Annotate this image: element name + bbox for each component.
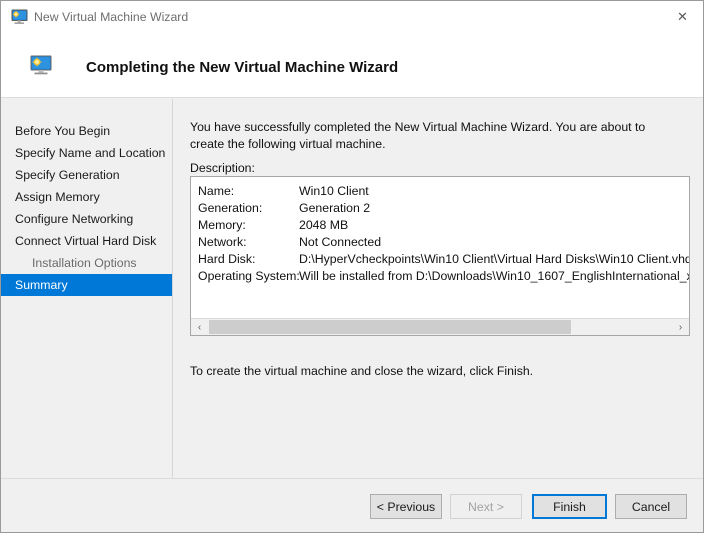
description-key: Generation: [198,201,263,215]
sidebar-item-label: Installation Options [32,256,137,270]
description-key: Name: [198,184,235,198]
description-label: Description: [190,161,255,175]
sidebar-item-assign-memory[interactable]: Assign Memory [1,186,172,208]
close-icon[interactable]: ✕ [660,1,703,31]
description-value: Win10 Client [299,184,369,198]
title-bar: New Virtual Machine Wizard ✕ [1,1,703,33]
sidebar-item-label: Configure Networking [15,212,134,226]
scroll-right-icon[interactable]: › [672,319,689,335]
description-row: Network: Not Connected [198,234,689,251]
description-row: Operating System: Will be installed from … [198,268,690,285]
sidebar-item-specify-name-and-location[interactable]: Specify Name and Location [1,142,172,164]
cancel-button[interactable]: Cancel [615,494,687,519]
virtual-machine-icon [11,9,28,25]
description-key: Memory: [198,218,246,232]
description-row: Hard Disk: D:\HyperVcheckpoints\Win10 Cli… [198,251,689,268]
description-row: Name: Win10 Client [198,183,689,200]
previous-button[interactable]: < Previous [370,494,442,519]
sidebar-item-summary[interactable]: Summary [1,274,172,296]
scrollbar-thumb[interactable] [209,320,571,334]
description-key: Operating System: [198,269,300,283]
wizard-header: Completing the New Virtual Machine Wizar… [1,33,703,98]
sidebar-item-label: Assign Memory [15,190,100,204]
description-value: Generation 2 [299,201,371,215]
description-value: D:\HyperVcheckpoints\Win10 Client\Virtua… [299,252,689,266]
sidebar-item-specify-generation[interactable]: Specify Generation [1,164,172,186]
sidebar-item-before-you-begin[interactable]: Before You Begin [1,120,172,142]
sidebar-item-label: Specify Generation [15,168,120,182]
virtual-machine-icon [30,55,52,76]
description-value: Will be installed from D:\Downloads\Win1… [299,269,690,283]
new-virtual-machine-wizard-window: New Virtual Machine Wizard ✕ Completing … [0,0,704,533]
wizard-footer: < Previous Next > Finish Cancel [1,478,703,532]
description-key: Network: [198,235,247,249]
horizontal-scrollbar[interactable]: ‹ › [191,318,689,335]
scroll-left-icon[interactable]: ‹ [191,319,208,335]
description-key: Hard Disk: [198,252,256,266]
description-pane[interactable]: Name: Win10 Client Generation: Generation 2… [190,176,690,336]
description-row-list: Name: Win10 Client Generation: Generation 2… [198,183,690,285]
sidebar-item-label: Specify Name and Location [15,146,166,160]
wizard-content: You have successfully completed the New … [173,99,703,478]
sidebar-item-connect-virtual-hard-disk[interactable]: Connect Virtual Hard Disk [1,230,172,252]
close-glyph: ✕ [677,8,688,24]
description-value: 2048 MB [299,218,349,232]
next-button: Next > [450,494,522,519]
page-title: Completing the New Virtual Machine Wizar… [86,59,399,76]
description-row: Memory: 2048 MB [198,217,689,234]
intro-text: You have successfully completed the New … [190,120,646,151]
wizard-step-list: Before You Begin Specify Name and Locatio… [1,99,173,478]
sidebar-item-label: Connect Virtual Hard Disk [15,234,157,248]
sidebar-item-label: Summary [15,278,68,292]
wizard-body: Before You Begin Specify Name and Locatio… [1,99,703,478]
finish-button[interactable]: Finish [532,494,607,519]
sidebar-item-installation-options[interactable]: Installation Options [1,252,172,274]
sidebar-item-label: Before You Begin [15,124,111,138]
description-row: Generation: Generation 2 [198,200,689,217]
window-title: New Virtual Machine Wizard [34,10,189,24]
finish-note: To create the virtual machine and close … [190,364,534,378]
sidebar-item-configure-networking[interactable]: Configure Networking [1,208,172,230]
description-value: Not Connected [299,235,382,249]
